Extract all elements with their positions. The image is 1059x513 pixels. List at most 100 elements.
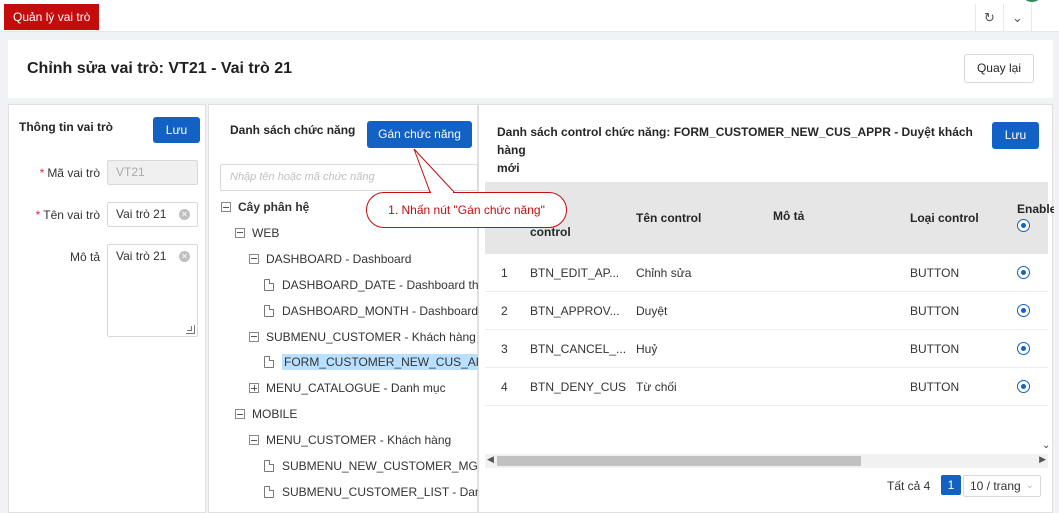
control-type: BUTTON bbox=[910, 304, 960, 318]
desc-label: Mô tả bbox=[69, 250, 100, 264]
tree-label: SUBMENU_CUSTOMER - Khách hàng bbox=[266, 329, 476, 344]
tree-label: MENU_CATALOGUE - Danh mục bbox=[266, 381, 446, 396]
control-type: BUTTON bbox=[910, 342, 960, 356]
control-code: BTN_APPROV... bbox=[530, 304, 620, 318]
scroll-down-icon[interactable]: ⌄ bbox=[1042, 440, 1050, 451]
horizontal-scrollbar[interactable]: ◀ ▶ bbox=[485, 454, 1048, 468]
tree-node[interactable]: MENU_CATALOGUE - Danh mục bbox=[249, 377, 479, 399]
name-label: * Tên vai trò bbox=[35, 208, 100, 222]
role-name-value: Vai trò 21 bbox=[116, 207, 167, 221]
table-row[interactable]: 4 BTN_DENY_CUS Từ chối BUTTON bbox=[485, 368, 1048, 406]
tree-label: WEB bbox=[252, 225, 280, 240]
tree-leaf[interactable]: SUBMENU_NEW_CUSTOMER_MGM - Quản lý bbox=[264, 455, 479, 477]
tree-leaf[interactable]: DASHBOARD_DATE - Dashboard theo ngày bbox=[264, 274, 479, 296]
expand-icon[interactable] bbox=[249, 383, 259, 394]
callout-arrow bbox=[413, 148, 456, 193]
enable-radio[interactable] bbox=[1017, 266, 1030, 279]
tab-role-management[interactable]: Quản lý vai trò bbox=[4, 4, 100, 30]
tree-label: DASHBOARD - Dashboard bbox=[266, 251, 412, 266]
instruction-callout: 1. Nhấn nút "Gán chức năng" bbox=[366, 192, 567, 228]
enable-radio[interactable] bbox=[1017, 380, 1030, 393]
controls-title: Danh sách control chức năng: FORM_CUSTOM… bbox=[497, 123, 987, 177]
save-role-button[interactable]: Lưu bbox=[153, 117, 200, 143]
file-icon bbox=[264, 460, 274, 472]
pagination-total: Tất cả 4 bbox=[887, 479, 931, 493]
role-desc-field[interactable]: Vai trò 21 ✕ bbox=[107, 244, 198, 337]
table-row[interactable]: 3 BTN_CANCEL_... Huỷ BUTTON bbox=[485, 330, 1048, 368]
scroll-left-icon[interactable]: ◀ bbox=[487, 454, 494, 465]
role-info-panel: Thông tin vai trò Lưu * Mã vai trò VT21 *… bbox=[8, 104, 206, 513]
tree-node[interactable]: SUBMENU_CUSTOMER - Khách hàng bbox=[249, 326, 479, 348]
tree-node[interactable]: MOBILE bbox=[235, 403, 479, 425]
collapse-icon[interactable] bbox=[221, 202, 231, 212]
chevron-down-icon[interactable]: ⌄ bbox=[1003, 4, 1031, 32]
role-name-field[interactable]: Vai trò 21 ✕ bbox=[107, 202, 198, 227]
clear-icon[interactable]: ✕ bbox=[179, 251, 190, 262]
control-name: Duyệt bbox=[636, 304, 668, 318]
tab-bar: Quản lý vai trò ↻ ⌄ bbox=[0, 0, 1059, 32]
control-code: BTN_DENY_CUS bbox=[530, 380, 627, 394]
avatar[interactable] bbox=[1021, 0, 1043, 2]
tree-label: FORM_CUSTOMER_NEW_CUS_APPR bbox=[282, 354, 479, 371]
row-number: 2 bbox=[501, 304, 508, 318]
enable-all-radio[interactable] bbox=[1017, 219, 1030, 232]
refresh-icon[interactable]: ↻ bbox=[975, 4, 1003, 32]
save-controls-button[interactable]: Lưu bbox=[992, 122, 1039, 149]
code-label: * Mã vai trò bbox=[39, 166, 100, 180]
tree-label: SUBMENU_CUSTOMER_LIST - Danh sách bbox=[282, 484, 479, 499]
table-row[interactable]: 2 BTN_APPROV... Duyệt BUTTON bbox=[485, 292, 1048, 330]
tree-leaf[interactable]: DASHBOARD_MONTH - Dashboard theo tháng bbox=[264, 300, 479, 322]
column-enable: Enable bbox=[1017, 202, 1054, 216]
tree-node[interactable]: DASHBOARD - Dashboard bbox=[249, 248, 479, 270]
role-code-field: VT21 bbox=[107, 160, 198, 185]
tree-leaf[interactable]: FORM_CUSTOMER_NEW_CUS_APPR bbox=[264, 351, 479, 373]
page-title: Chỉnh sửa vai trò: VT21 - Vai trò 21 bbox=[27, 60, 292, 77]
tree-node[interactable]: MENU_CUSTOMER - Khách hàng bbox=[249, 429, 479, 451]
control-name: Từ chối bbox=[636, 380, 677, 394]
back-button[interactable]: Quay lại bbox=[963, 54, 1034, 83]
assign-function-button[interactable]: Gán chức năng bbox=[367, 121, 472, 148]
control-code: BTN_EDIT_AP... bbox=[530, 266, 620, 280]
row-number: 1 bbox=[501, 266, 508, 280]
enable-radio[interactable] bbox=[1017, 342, 1030, 355]
tree-label: DASHBOARD_DATE - Dashboard theo ngày bbox=[282, 277, 479, 292]
tree-label: SUBMENU_NEW_CUSTOMER_MGM - Quản lý bbox=[282, 459, 479, 473]
row-number: 3 bbox=[501, 342, 508, 356]
control-name: Huỷ bbox=[636, 342, 658, 356]
clear-icon[interactable]: ✕ bbox=[179, 209, 190, 220]
file-icon bbox=[264, 278, 274, 291]
file-icon bbox=[264, 485, 274, 498]
controls-title-line1: Danh sách control chức năng: FORM_CUSTOM… bbox=[497, 125, 973, 157]
page-header: Chỉnh sửa vai trò: VT21 - Vai trò 21 Qua… bbox=[8, 40, 1053, 98]
control-type: BUTTON bbox=[910, 380, 960, 394]
tree-leaf[interactable]: SUBMENU_CUSTOMER_LIST - Danh sách bbox=[264, 481, 479, 503]
file-icon bbox=[264, 304, 274, 317]
tree-node[interactable]: MENU_MONITORING - Giám sát bbox=[249, 507, 479, 513]
controls-title-line2: mới bbox=[497, 161, 520, 175]
resize-handle[interactable] bbox=[186, 325, 195, 334]
tree-label: MENU_CUSTOMER - Khách hàng bbox=[266, 433, 452, 448]
column-name: Tên control bbox=[636, 211, 702, 225]
tree-label: MOBILE bbox=[252, 407, 298, 422]
tab-tools: ↻ ⌄ bbox=[975, 4, 1059, 32]
tree-label: Cây phân hệ bbox=[238, 200, 310, 214]
scrollbar-thumb[interactable] bbox=[497, 456, 861, 466]
enable-radio[interactable] bbox=[1017, 304, 1030, 317]
page-size-select[interactable]: 10 / trang ⌄ bbox=[963, 475, 1041, 497]
function-list-title: Danh sách chức năng bbox=[230, 123, 356, 137]
column-desc: Mô tả bbox=[773, 209, 805, 223]
collapse-icon[interactable] bbox=[249, 253, 259, 264]
collapse-icon[interactable] bbox=[235, 409, 245, 420]
collapse-icon[interactable] bbox=[249, 435, 259, 446]
table-row[interactable]: 1 BTN_EDIT_AP... Chỉnh sửa BUTTON bbox=[485, 254, 1048, 292]
tab-tool-extra[interactable] bbox=[1031, 4, 1059, 32]
pagination-page-1[interactable]: 1 bbox=[941, 475, 961, 495]
collapse-icon[interactable] bbox=[235, 227, 245, 238]
file-icon bbox=[264, 356, 274, 369]
controls-panel: Danh sách control chức năng: FORM_CUSTOM… bbox=[478, 104, 1054, 513]
control-name: Chỉnh sửa bbox=[636, 266, 692, 280]
scroll-right-icon[interactable]: ▶ bbox=[1039, 454, 1046, 465]
collapse-icon[interactable] bbox=[249, 331, 259, 342]
control-type: BUTTON bbox=[910, 266, 960, 280]
row-number: 4 bbox=[501, 380, 508, 394]
